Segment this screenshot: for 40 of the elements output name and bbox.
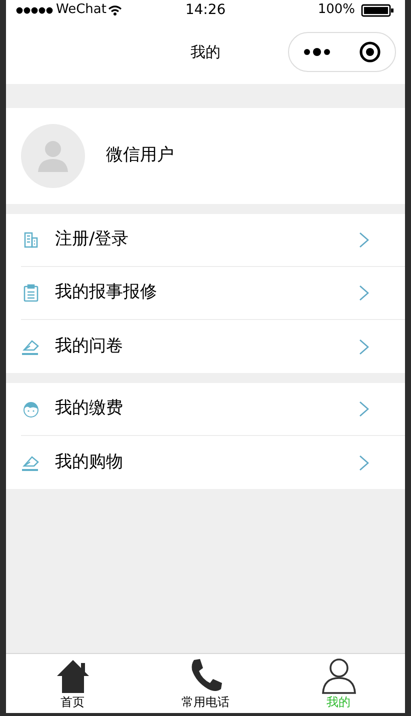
clipboard-icon [23, 284, 39, 302]
tab-item[interactable]: 常用电话 [139, 654, 272, 713]
signal-icon [16, 6, 54, 14]
menu-label: 我的问卷 [55, 334, 124, 358]
user-name: 微信用户 [106, 144, 174, 168]
menu-label: 我的购物 [55, 450, 124, 474]
chevron-right-icon [359, 454, 369, 470]
chevron-right-icon [359, 285, 369, 301]
menu-label: 我的缴费 [55, 397, 124, 420]
carrier-text: WeChat [56, 1, 106, 20]
battery-icon [360, 4, 395, 16]
profile-card[interactable]: 微信用户 [6, 108, 405, 204]
menu-label: 我的报事报修 [55, 281, 158, 304]
clock-time: 14:26 [185, 0, 226, 20]
menu-item[interactable]: 我的报事报修 [21, 267, 405, 320]
house-icon [54, 658, 90, 694]
battery-percent: 100% [318, 1, 355, 20]
menu-item[interactable]: 我的购物 [21, 436, 405, 489]
capsule-menu[interactable] [288, 32, 396, 72]
close-target-icon[interactable] [359, 41, 381, 63]
building-icon [23, 232, 39, 248]
tab-label: 首页 [60, 694, 84, 710]
tab-item[interactable]: 首页 [6, 654, 139, 713]
more-icon[interactable] [303, 47, 331, 57]
chevron-right-icon [359, 232, 369, 248]
menu-item[interactable]: 注册/登录 [21, 214, 405, 267]
person-icon [322, 658, 356, 694]
wifi-icon [108, 4, 122, 16]
tab-label: 我的 [326, 694, 350, 710]
tab-label: 常用电话 [182, 694, 230, 710]
person-silhouette-icon [38, 140, 68, 172]
page-title: 我的 [190, 42, 220, 63]
menu-item[interactable]: 我的缴费 [21, 383, 405, 436]
chevron-right-icon [359, 401, 369, 417]
chevron-right-icon [359, 338, 369, 354]
boy-face-icon [22, 400, 40, 418]
eraser-icon [21, 454, 41, 470]
menu-label: 注册/登录 [55, 228, 130, 252]
eraser-icon [21, 338, 41, 354]
menu-item[interactable]: 我的问卷 [21, 320, 405, 373]
